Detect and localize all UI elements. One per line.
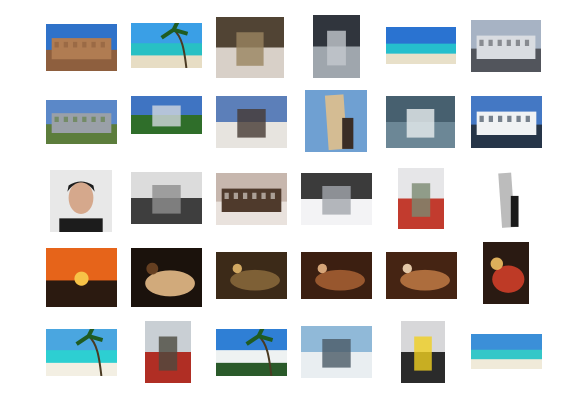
thumbnail-beach-lagoon[interactable] [471,334,542,369]
thumbnail-image [46,329,117,376]
thumbnail-image [131,172,202,224]
thumbnail-pisa-pose[interactable] [305,90,367,152]
thumbnail-colosseum[interactable] [46,24,117,71]
thumbnail-image [471,334,542,369]
thumbnail-car-night[interactable] [131,248,202,307]
thumbnail-park-field[interactable] [131,96,202,134]
thumbnail-image [313,15,360,78]
thumbnail-image [131,248,202,307]
thumbnail-skier[interactable] [301,173,372,225]
thumbnail-image [471,96,542,148]
thumbnail-beach-palm-3[interactable] [216,329,287,376]
thumbnail-image [216,252,287,299]
thumbnail-image [46,100,117,144]
thumbnail-image [401,321,445,383]
thumbnail-harbor-car[interactable] [471,20,541,72]
thumbnail-image [301,173,372,225]
thumbnail-pisa-tower[interactable] [485,168,528,230]
thumbnail-image [483,242,529,304]
thumbnail-image [386,96,455,148]
thumbnail-guitar-red[interactable] [483,242,529,304]
thumbnail-image [386,27,456,64]
thumbnail-image [131,96,202,134]
thumbnail-baby-stroller[interactable] [216,17,284,78]
thumbnail-man-photographing[interactable] [216,96,287,148]
thumbnail-image [131,23,202,68]
thumbnail-fence-closeup[interactable] [313,15,360,78]
thumbnail-image [216,329,287,376]
thumbnail-beach-shore[interactable] [386,27,456,64]
thumbnail-ship-deck[interactable] [216,173,287,225]
thumbnail-bike-rack[interactable] [301,326,372,378]
thumbnail-swan-water[interactable] [386,96,455,148]
thumbnail-image [216,17,284,78]
thumbnail-image [398,168,444,229]
thumbnail-image [50,170,112,232]
thumbnail-image [301,326,372,378]
thumbnail-bw-reclining[interactable] [131,172,202,224]
thumbnail-ship-terminal[interactable] [471,96,542,148]
thumbnail-image [485,168,528,230]
thumbnail-image [145,321,191,383]
thumbnail-restaurant[interactable] [301,252,372,299]
thumbnail-tram-street[interactable] [145,321,191,383]
thumbnail-cyclists[interactable] [401,321,445,383]
thumbnail-sunset-sea[interactable] [46,248,117,307]
thumbnail-image [301,252,372,299]
thumbnail-portrait[interactable] [50,170,112,232]
thumbnail-image [305,90,367,152]
image-gallery [0,0,565,418]
thumbnail-cafe-people[interactable] [386,252,457,299]
thumbnail-christmas-room[interactable] [216,252,287,299]
thumbnail-tram[interactable] [398,168,444,229]
thumbnail-image [216,96,287,148]
thumbnail-beach-palm[interactable] [131,23,202,68]
thumbnail-image [216,173,287,225]
thumbnail-stadium[interactable] [46,100,117,144]
thumbnail-image [386,252,457,299]
thumbnail-image [46,24,117,71]
thumbnail-image [46,248,117,307]
thumbnail-image [471,20,541,72]
thumbnail-beach-palm-2[interactable] [46,329,117,376]
